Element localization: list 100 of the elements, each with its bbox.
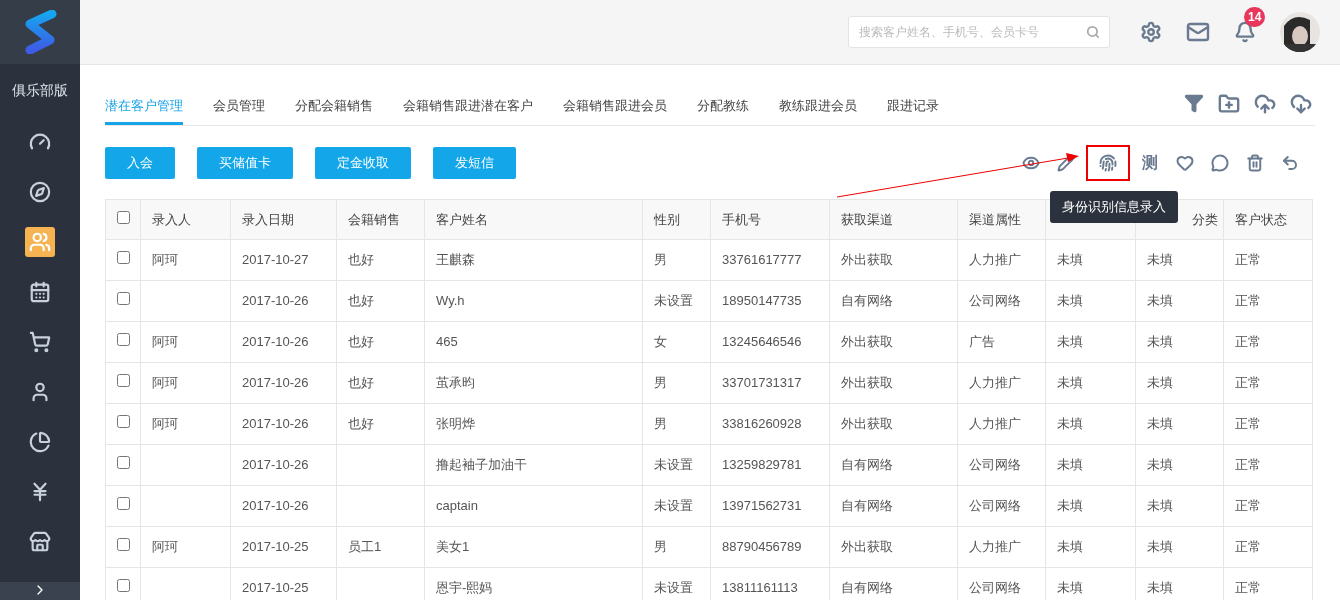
table-cell: 男 — [654, 252, 667, 268]
table-cell: 33816260928 — [722, 416, 802, 432]
tab[interactable]: 会籍销售跟进会员 — [563, 89, 667, 125]
table-cell: 2017-10-27 — [242, 252, 309, 268]
table-cell: 男 — [654, 375, 667, 391]
sidebar-title: 俱乐部版 — [12, 81, 68, 100]
row-checkbox[interactable] — [116, 579, 130, 593]
table-cell: 13971562731 — [722, 498, 802, 514]
tool-button[interactable]: 测 — [1135, 148, 1165, 178]
table-cell: 恩宇-熙妈 — [436, 580, 493, 596]
table-cell: 人力推广 — [969, 539, 1021, 555]
table-cell: 未填 — [1147, 252, 1173, 268]
row-checkbox[interactable] — [116, 333, 130, 347]
mail-icon[interactable] — [1186, 20, 1210, 44]
cloud-download-icon[interactable] — [1290, 93, 1312, 115]
table-cell: 未填 — [1057, 252, 1083, 268]
table-cell: 公司网络 — [969, 293, 1021, 309]
table-cell: 正常 — [1235, 375, 1261, 391]
row-checkbox[interactable] — [116, 251, 130, 265]
table-cell: 人力推广 — [969, 375, 1021, 391]
table-cell: 未填 — [1147, 498, 1173, 514]
table-cell: 人力推广 — [969, 252, 1021, 268]
header-cell: 客户姓名 — [436, 211, 488, 227]
tab[interactable]: 会员管理 — [213, 89, 265, 125]
table-cell: 人力推广 — [969, 416, 1021, 432]
compass-icon — [29, 181, 51, 203]
table-cell: 未填 — [1147, 334, 1173, 350]
table-cell: 未设置 — [654, 498, 693, 514]
pie-chart-icon — [29, 431, 51, 453]
table-cell: 正常 — [1235, 457, 1261, 473]
table-cell: Wy.h — [436, 293, 465, 309]
table-cell: 女 — [654, 334, 667, 350]
table-cell: 未填 — [1147, 539, 1173, 555]
folder-add-icon[interactable] — [1218, 93, 1240, 115]
table-cell: 2017-10-26 — [242, 375, 309, 391]
table-cell: 未填 — [1057, 457, 1083, 473]
table-cell: 男 — [654, 539, 667, 555]
table-cell: 外出获取 — [841, 375, 893, 391]
table-cell: 2017-10-26 — [242, 498, 309, 514]
row-checkbox[interactable] — [116, 374, 130, 388]
table-cell: 自有网络 — [841, 457, 893, 473]
tab[interactable]: 跟进记录 — [887, 89, 939, 125]
table-cell: 13811161113 — [722, 580, 798, 596]
table-cell: 也好 — [348, 416, 374, 432]
table-cell: 2017-10-26 — [242, 457, 309, 473]
row-checkbox[interactable] — [116, 538, 130, 552]
table-cell: captain — [436, 498, 478, 514]
row-checkbox[interactable] — [116, 497, 130, 511]
table-cell: 未填 — [1147, 457, 1173, 473]
filter-icon[interactable] — [1184, 93, 1204, 113]
table-cell: 阿珂 — [152, 252, 178, 268]
header-cell: 会籍销售 — [348, 211, 400, 227]
table-cell: 外出获取 — [841, 539, 893, 555]
settings-icon[interactable] — [1140, 21, 1162, 43]
table-cell: 2017-10-26 — [242, 416, 309, 432]
tab[interactable]: 分配教练 — [697, 89, 749, 125]
header-cell: 渠道属性 — [969, 211, 1021, 227]
tab[interactable]: 会籍销售跟进潜在客户 — [403, 89, 533, 125]
table-cell: 自有网络 — [841, 498, 893, 514]
search-field[interactable]: 搜索客户姓名、手机号、会员卡号 — [848, 16, 1110, 48]
table-cell: 正常 — [1235, 416, 1261, 432]
table-cell: 公司网络 — [969, 498, 1021, 514]
table-cell: 2017-10-26 — [242, 334, 309, 350]
table-cell: 2017-10-25 — [242, 580, 309, 596]
table-cell: 也好 — [348, 334, 374, 350]
table-cell: 也好 — [348, 375, 374, 391]
table-cell: 张明烨 — [436, 416, 475, 432]
table-cell: 茧承昀 — [436, 375, 475, 391]
table-cell: 未填 — [1057, 498, 1083, 514]
table-cell: 正常 — [1235, 252, 1261, 268]
table-cell: 外出获取 — [841, 416, 893, 432]
table-cell: 正常 — [1235, 539, 1261, 555]
bell-icon[interactable] — [1234, 21, 1256, 43]
table-cell: 外出获取 — [841, 334, 893, 350]
tab[interactable]: 分配会籍销售 — [295, 89, 373, 125]
table-cell: 465 — [436, 334, 458, 350]
header-cell: 客户状态 — [1235, 211, 1287, 227]
table-cell: 男 — [654, 416, 667, 432]
table-cell: 2017-10-26 — [242, 293, 309, 309]
tab[interactable]: 教练跟进会员 — [779, 89, 857, 125]
tooltip: 身份识别信息录入 — [1050, 191, 1178, 223]
cloud-upload-icon[interactable] — [1254, 93, 1276, 115]
table-cell: 33701731317 — [722, 375, 802, 391]
table-cell: 未填 — [1147, 293, 1173, 309]
header-cell: 手机号 — [722, 211, 761, 227]
table-cell: 正常 — [1235, 498, 1261, 514]
table-cell: 王麒森 — [436, 252, 475, 268]
row-checkbox[interactable] — [116, 456, 130, 470]
table-cell: 未填 — [1147, 375, 1173, 391]
cart-icon — [29, 331, 51, 353]
table-cell: 员工1 — [348, 539, 382, 555]
table-cell: 未填 — [1057, 416, 1083, 432]
table-cell: 未设置 — [654, 293, 693, 309]
user-icon — [29, 381, 51, 403]
table-cell: 未设置 — [654, 457, 693, 473]
fingerprint-icon[interactable] — [1086, 145, 1130, 181]
table-cell: 未设置 — [654, 580, 693, 596]
row-checkbox[interactable] — [116, 415, 130, 429]
row-checkbox[interactable] — [116, 292, 130, 306]
checkbox[interactable] — [116, 210, 130, 224]
